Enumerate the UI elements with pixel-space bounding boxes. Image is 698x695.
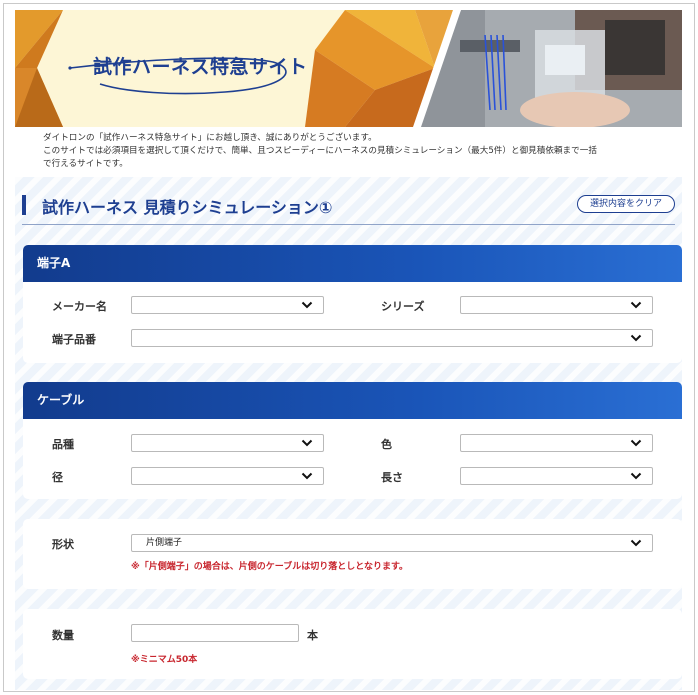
clear-selection-button[interactable]: 選択内容をクリア (576, 195, 675, 213)
cable-color-label: 色 (381, 438, 392, 451)
cable-length-select[interactable] (460, 467, 653, 485)
section-heading: 試作ハーネス 見積りシミュレーション① 選択内容をクリア (22, 189, 675, 225)
shape-select-value: 片側端子 (146, 538, 183, 548)
chevron-down-icon (630, 539, 642, 547)
cable-card: ケーブル 品種 色 径 長さ (23, 382, 682, 499)
chevron-down-icon (630, 439, 642, 447)
quantity-unit: 本 (307, 629, 318, 642)
simulation-area: 試作ハーネス 見積りシミュレーション① 選択内容をクリア 端子A メーカー名 シ… (15, 177, 682, 690)
chevron-down-icon (630, 334, 642, 342)
hero-banner: 試作ハーネス特急サイト (15, 10, 682, 127)
chevron-down-icon (301, 472, 313, 480)
heading-accent-bar (22, 195, 26, 215)
terminal-part-select[interactable] (131, 329, 653, 347)
quantity-note: ※ミニマム50本 (131, 655, 198, 665)
series-select[interactable] (460, 296, 653, 314)
page-frame: 試作ハーネス特急サイト ダイトロンの「試作ハーネス特急サイト」にお越し頂き、誠に… (3, 3, 695, 692)
intro-line: このサイトでは必須項目を選択して頂くだけで、簡単、且つスピーディーにハーネスの見… (43, 146, 597, 156)
cable-length-label: 長さ (381, 471, 403, 484)
cable-header: ケーブル (23, 382, 682, 419)
chevron-down-icon (301, 301, 313, 309)
quantity-input[interactable] (131, 624, 299, 642)
series-label: シリーズ (381, 300, 425, 313)
cable-diameter-select[interactable] (131, 467, 324, 485)
shape-card: 形状 片側端子 ※「片側端子」の場合は、片側のケーブルは切り落としとなります。 (23, 519, 682, 589)
chevron-down-icon (630, 301, 642, 309)
shape-select[interactable]: 片側端子 (131, 534, 653, 552)
maker-label: メーカー名 (52, 300, 107, 313)
shape-label: 形状 (52, 538, 74, 551)
chevron-down-icon (301, 439, 313, 447)
cable-diameter-label: 径 (52, 471, 63, 484)
quantity-card: 数量 本 ※ミニマム50本 (23, 609, 682, 679)
terminal-a-header: 端子A (23, 245, 682, 282)
terminal-a-card: 端子A メーカー名 シリーズ 端子品番 (23, 245, 682, 363)
quantity-label: 数量 (52, 629, 74, 642)
chevron-down-icon (630, 472, 642, 480)
maker-select[interactable] (131, 296, 324, 314)
shape-note: ※「片側端子」の場合は、片側のケーブルは切り落としとなります。 (131, 562, 409, 572)
cable-type-select[interactable] (131, 434, 324, 452)
page-title: 試作ハーネス 見積りシミュレーション① (42, 198, 333, 217)
intro-text: ダイトロンの「試作ハーネス特急サイト」にお越し頂き、誠にありがとうございます。 … (43, 132, 643, 171)
site-title: 試作ハーネス特急サイト (93, 56, 308, 78)
intro-line: ダイトロンの「試作ハーネス特急サイト」にお越し頂き、誠にありがとうございます。 (43, 133, 377, 143)
terminal-part-label: 端子品番 (52, 333, 96, 346)
intro-line: で行えるサイトです。 (43, 159, 128, 169)
cable-type-label: 品種 (52, 438, 74, 451)
cable-color-select[interactable] (460, 434, 653, 452)
